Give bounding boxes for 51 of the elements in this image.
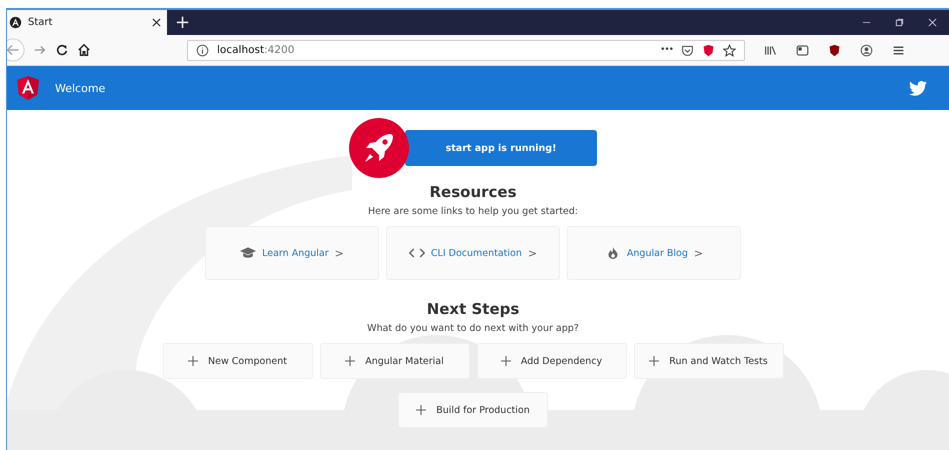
info-icon [196, 44, 209, 56]
home-icon[interactable] [77, 43, 91, 57]
shield-icon[interactable] [702, 44, 715, 56]
rocket-icon [349, 118, 409, 178]
toolbar-title: Welcome [55, 82, 106, 94]
plus-icon [649, 356, 660, 366]
resource-card[interactable]: Angular Blog > [567, 226, 741, 280]
status-text: start app is running! [446, 142, 556, 154]
action-card[interactable]: Add Dependency [476, 343, 626, 379]
library-icon[interactable] [764, 44, 777, 56]
action-card[interactable]: New Component [162, 343, 312, 379]
plus-icon [500, 356, 511, 366]
section-title: Resources [429, 183, 517, 201]
action-card[interactable]: Build for Production [398, 392, 548, 428]
bird-icon[interactable] [909, 80, 927, 96]
browser-tab[interactable]: Start [7, 10, 167, 35]
forward-icon[interactable] [33, 43, 47, 57]
sidebar-icon[interactable] [796, 44, 809, 56]
section-subtitle: What do you want to do next with your app? [367, 323, 579, 334]
chevron-icon: > [334, 246, 344, 260]
plus-icon [345, 356, 356, 366]
star-icon[interactable] [723, 44, 736, 56]
reload-icon[interactable] [55, 43, 69, 57]
resource-card[interactable]: CLI Documentation > [386, 226, 560, 280]
close-icon[interactable] [152, 18, 161, 27]
chevron-icon: > [694, 246, 704, 260]
link-label: Learn Angular [262, 248, 329, 258]
angular-logo-icon [17, 76, 39, 100]
plus-icon [416, 405, 426, 415]
action-card[interactable]: Angular Material [320, 343, 470, 379]
address-bar[interactable]: localhost:4200 ••• [187, 40, 745, 60]
section-subtitle: Here are some links to help you get started: [368, 206, 578, 217]
link-label: Angular Blog [626, 248, 688, 258]
page-actions-button[interactable]: ••• [660, 45, 673, 55]
new-tab-button[interactable]: + [167, 14, 198, 32]
action-card[interactable]: Run and Watch Tests [634, 343, 784, 379]
chevron-icon: > [528, 246, 538, 260]
restore-icon[interactable] [895, 18, 904, 27]
graduation-cap-icon [240, 247, 256, 259]
resource-card[interactable]: Learn Angular > [205, 226, 379, 280]
shield-icon[interactable] [828, 44, 841, 56]
plus-icon [188, 356, 198, 366]
link-label: CLI Documentation [430, 248, 522, 258]
tab-title: Start [28, 17, 54, 28]
section-title: Next Steps [426, 300, 520, 318]
code-icon [408, 247, 425, 259]
url-text: localhost:4200 [217, 44, 294, 56]
pocket-icon[interactable] [681, 44, 694, 56]
account-icon[interactable] [860, 44, 873, 56]
menu-icon[interactable] [892, 44, 905, 56]
angular-logo-icon [9, 16, 22, 29]
